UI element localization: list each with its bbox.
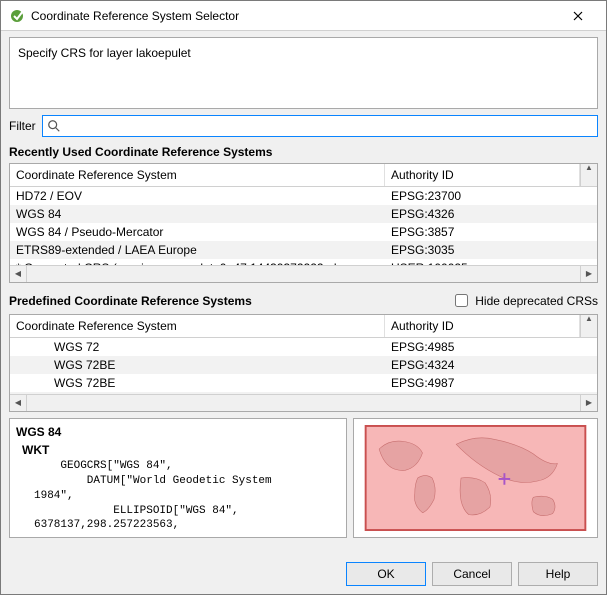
world-map-icon [360,425,591,531]
dialog-buttons: OK Cancel Help [1,556,606,594]
search-icon [47,119,61,133]
vscroll-up[interactable]: ▲ [580,164,597,186]
hide-deprecated-checkbox[interactable]: Hide deprecated CRSs [451,291,598,310]
wkt-label: WKT [22,443,340,457]
cell-crs: WGS 72BE [10,374,385,392]
table-row[interactable]: WGS 72BE EPSG:4324 [10,356,597,374]
wkt-detail-box: WGS 84 WKT GEOGCRS["WGS 84", DATUM["Worl… [9,418,347,538]
col-header-crs[interactable]: Coordinate Reference System [10,315,385,337]
hide-deprecated-input[interactable] [455,294,468,307]
app-icon [9,8,25,24]
table-row[interactable]: WGS 84 EPSG:4326 [10,392,597,394]
cell-auth: EPSG:4326 [385,392,597,394]
help-button[interactable]: Help [518,562,598,586]
window-title: Coordinate Reference System Selector [31,9,558,23]
hscrollbar[interactable]: ◀ ▶ [10,394,597,411]
col-header-auth[interactable]: Authority ID [385,164,580,186]
cell-auth: EPSG:23700 [385,187,597,205]
hscrollbar[interactable]: ◀ ▶ [10,265,597,282]
cell-auth: EPSG:4324 [385,356,597,374]
cell-auth: EPSG:3857 [385,223,597,241]
crs-selector-dialog: Coordinate Reference System Selector Spe… [0,0,607,595]
scroll-left-icon[interactable]: ◀ [10,266,27,282]
cell-auth: EPSG:4326 [385,205,597,223]
close-button[interactable] [558,2,598,30]
table-row[interactable]: WGS 72 EPSG:4985 [10,338,597,356]
cell-crs: WGS 84 [10,392,385,394]
map-preview [353,418,598,538]
cell-auth: EPSG:4987 [385,374,597,392]
cell-crs: * Generated CRS (+proj=somerc +lat_0=47.… [10,259,385,265]
recent-heading: Recently Used Coordinate Reference Syste… [9,145,598,159]
col-header-crs[interactable]: Coordinate Reference System [10,164,385,186]
table-row[interactable]: HD72 / EOV EPSG:23700 [10,187,597,205]
filter-input-wrapper[interactable] [42,115,598,137]
filter-label: Filter [9,119,36,133]
cell-crs: WGS 84 / Pseudo-Mercator [10,223,385,241]
ok-button[interactable]: OK [346,562,426,586]
cell-auth: EPSG:4985 [385,338,597,356]
selected-crs-name: WGS 84 [16,425,340,439]
cell-crs: ETRS89-extended / LAEA Europe [10,241,385,259]
cell-crs: WGS 72BE [10,356,385,374]
cell-crs: WGS 84 [10,205,385,223]
vscroll-up[interactable]: ▲ [580,315,597,337]
recent-crs-table: Coordinate Reference System Authority ID… [9,163,598,283]
table-row[interactable]: WGS 84 / Pseudo-Mercator EPSG:3857 [10,223,597,241]
instruction-text: Specify CRS for layer lakoepulet [9,37,598,109]
cell-auth: USER:100025 [385,259,597,265]
cell-crs: HD72 / EOV [10,187,385,205]
table-row[interactable]: * Generated CRS (+proj=somerc +lat_0=47.… [10,259,597,265]
col-header-auth[interactable]: Authority ID [385,315,580,337]
cell-crs: WGS 72 [10,338,385,356]
filter-input[interactable] [65,118,593,134]
cell-auth: EPSG:3035 [385,241,597,259]
wkt-text: GEOGCRS["WGS 84", DATUM["World Geodetic … [34,459,340,533]
scroll-right-icon[interactable]: ▶ [580,266,597,282]
table-row[interactable]: ETRS89-extended / LAEA Europe EPSG:3035 [10,241,597,259]
predefined-crs-table: Coordinate Reference System Authority ID… [9,314,598,412]
scroll-left-icon[interactable]: ◀ [10,395,27,411]
scroll-right-icon[interactable]: ▶ [580,395,597,411]
cancel-button[interactable]: Cancel [432,562,512,586]
predefined-heading: Predefined Coordinate Reference Systems [9,294,252,308]
table-row[interactable]: WGS 84 EPSG:4326 [10,205,597,223]
hide-deprecated-label: Hide deprecated CRSs [475,294,598,308]
table-row[interactable]: WGS 72BE EPSG:4987 [10,374,597,392]
titlebar: Coordinate Reference System Selector [1,1,606,31]
